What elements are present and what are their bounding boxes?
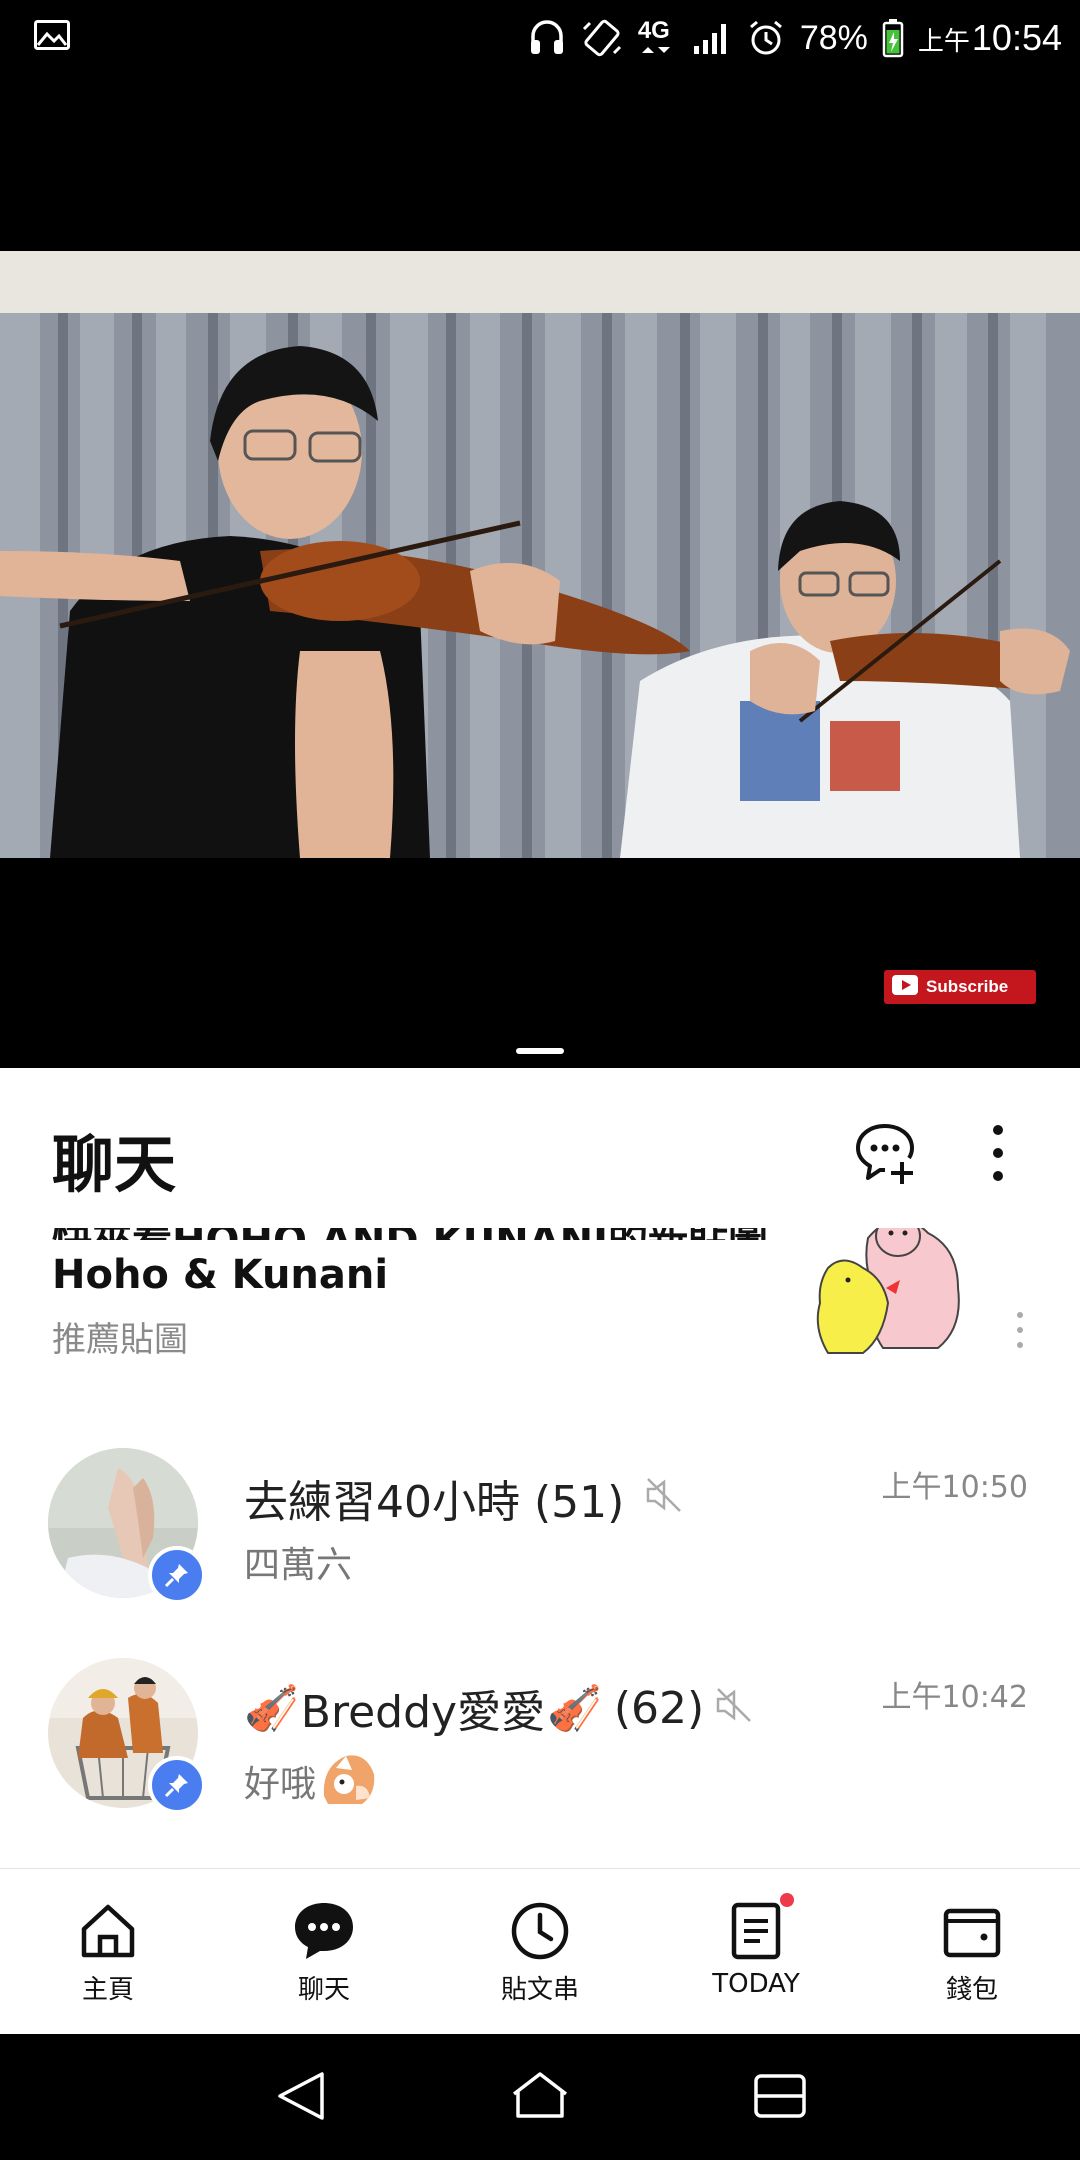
chat-preview: 四萬六 <box>244 1545 353 1586</box>
nav-wallet-label: 錢包 <box>945 1975 998 2005</box>
news-icon <box>724 1893 794 1963</box>
wallet-icon <box>940 1899 1004 1963</box>
nav-today[interactable]: TODAY <box>656 1869 856 2035</box>
signal-icon <box>692 20 732 56</box>
recent-apps-icon[interactable] <box>748 2066 812 2126</box>
chat-name: 去練習40小時 (51) <box>244 1466 684 1530</box>
nav-timeline-label: 貼文串 <box>500 1975 579 2005</box>
more-options-icon[interactable] <box>980 1120 1016 1186</box>
nav-home[interactable]: 主頁 <box>8 1869 208 2035</box>
status-right: 4G 78% 上午10:54 <box>528 12 1062 64</box>
clock-time: 10:54 <box>971 17 1062 58</box>
chat-name: 🎻 Breddy愛愛 🎻 (62) <box>244 1676 754 1740</box>
page-title: 聊天 <box>52 1128 177 1201</box>
muted-icon <box>714 1683 754 1734</box>
clock: 上午10:54 <box>918 17 1062 59</box>
alarm-icon <box>746 18 786 58</box>
nav-home-label: 主頁 <box>81 1975 134 2005</box>
vibrate-icon <box>580 17 624 59</box>
nav-chat[interactable]: 聊天 <box>224 1869 424 2035</box>
clock-icon <box>508 1899 572 1963</box>
promo-subtitle: Hoho & Kunani <box>52 1252 389 1298</box>
chat-list-item[interactable]: 🎻 Breddy愛愛 🎻 (62) 好哦 上午10:42 <box>0 1658 1080 1858</box>
pip-drag-handle[interactable] <box>516 1048 564 1054</box>
nav-chat-label: 聊天 <box>297 1975 350 2005</box>
pin-icon <box>148 1756 206 1814</box>
subscribe-button[interactable]: Subscribe <box>884 970 1036 1004</box>
back-icon[interactable] <box>270 2066 334 2126</box>
chat-time: 上午10:42 <box>881 1680 1028 1715</box>
chat-name-label: Breddy愛愛 <box>300 1687 546 1738</box>
clock-ampm: 上午 <box>917 26 970 56</box>
muted-icon <box>644 1473 684 1524</box>
chat-preview: 好哦 <box>244 1746 378 1815</box>
chat-header: 聊天 <box>0 1068 1080 1228</box>
chat-list-item[interactable]: 去練習40小時 (51) 四萬六 上午10:50 <box>0 1448 1080 1648</box>
home-button-icon[interactable] <box>508 2066 572 2126</box>
nav-today-label: TODAY <box>712 1969 800 1999</box>
video-still-image <box>0 251 1080 858</box>
chat-name-label: 去練習40小時 (51) <box>244 1477 625 1528</box>
chat-member-count: (62) <box>613 1682 705 1734</box>
chat-icon <box>292 1899 356 1963</box>
sticker-preview-image <box>808 1208 978 1358</box>
nav-wallet[interactable]: 錢包 <box>872 1869 1072 2035</box>
pin-icon <box>148 1546 206 1604</box>
youtube-play-icon <box>892 975 918 999</box>
screen: 4G 78% 上午10:54 Subscribe 聊天 Hoho & Kunan… <box>0 0 1080 2160</box>
notification-dot <box>780 1893 794 1907</box>
sticker-emoji-icon <box>316 1746 378 1815</box>
promo-more-icon[interactable] <box>1010 1308 1030 1352</box>
headphones-icon <box>528 18 566 58</box>
sticker-promo[interactable]: 快來看HOHO AND KUNANI的新貼圖 Hoho & Kunani 推薦貼… <box>0 1208 1080 1438</box>
battery-charging-icon <box>882 18 904 58</box>
violin-emoji-suffix: 🎻 <box>547 1683 602 1734</box>
video-player[interactable]: Subscribe <box>0 76 1080 1068</box>
system-navigation-bar <box>0 2034 1080 2160</box>
violin-emoji-prefix: 🎻 <box>244 1683 299 1734</box>
status-bar: 4G 78% 上午10:54 <box>0 0 1080 76</box>
network-4g-icon: 4G <box>638 17 678 59</box>
gallery-notification-icon <box>34 20 70 50</box>
subscribe-label: Subscribe <box>926 977 1009 996</box>
home-icon <box>76 1899 140 1963</box>
nav-timeline[interactable]: 貼文串 <box>440 1869 640 2035</box>
battery-percent: 78% <box>799 18 868 57</box>
promo-tag: 推薦貼圖 <box>52 1320 188 1360</box>
bottom-nav: 主頁 聊天 貼文串 TODAY 錢包 <box>0 1868 1080 2034</box>
new-chat-icon[interactable] <box>852 1120 918 1186</box>
video-frame[interactable] <box>0 251 1080 858</box>
chat-time: 上午10:50 <box>881 1470 1028 1505</box>
chat-preview-text: 好哦 <box>244 1763 317 1805</box>
